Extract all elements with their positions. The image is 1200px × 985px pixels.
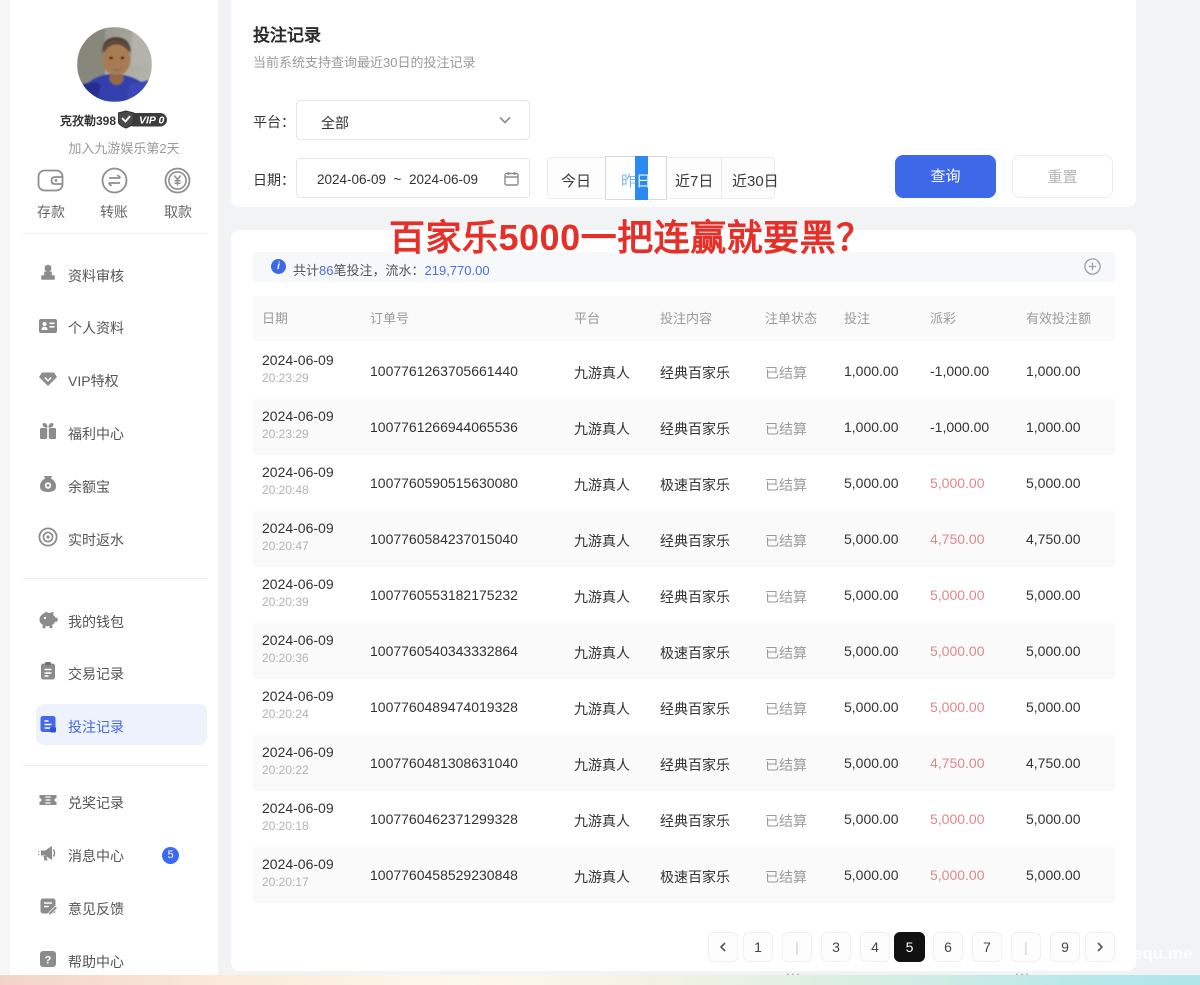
svg-text:?: ? [45,955,52,967]
svg-text:VIP 0: VIP 0 [139,115,164,127]
